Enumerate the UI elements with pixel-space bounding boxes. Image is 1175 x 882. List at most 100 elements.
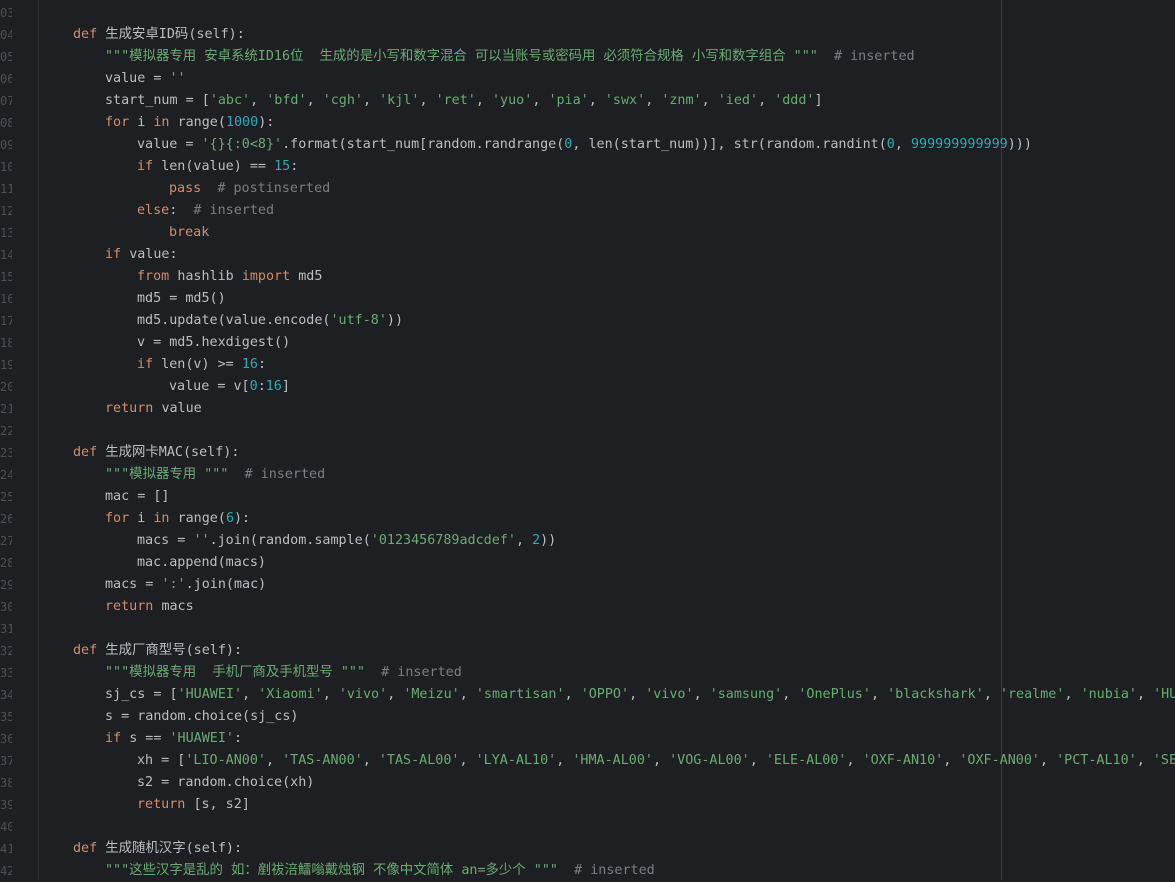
code-token: , bbox=[645, 93, 662, 108]
code-line[interactable]: 11 pass # postinserted bbox=[0, 178, 1175, 200]
code-line[interactable]: 19 if len(v) >= 16: bbox=[0, 354, 1175, 376]
code-line[interactable]: 04 def 生成安卓ID码(self): bbox=[0, 24, 1175, 46]
code-token: , bbox=[250, 93, 267, 108]
code-line[interactable]: 31 bbox=[0, 618, 1175, 640]
code-line[interactable]: 15 from hashlib import md5 bbox=[0, 266, 1175, 288]
code-token: 'nubia' bbox=[1080, 687, 1137, 702]
code-line[interactable]: 16 md5 = md5() bbox=[0, 288, 1175, 310]
code-token: """模拟器专用 """ bbox=[105, 467, 229, 482]
code-line[interactable]: 12 else: # inserted bbox=[0, 200, 1175, 222]
code-line[interactable]: 25 mac = [] bbox=[0, 486, 1175, 508]
code-line[interactable]: 14 if value: bbox=[0, 244, 1175, 266]
code-token: def bbox=[73, 445, 106, 460]
code-token: 'PCT-AL10' bbox=[1056, 753, 1137, 768]
code-token: def bbox=[73, 27, 106, 42]
code-token: 'vivo' bbox=[645, 687, 694, 702]
code-line[interactable]: 37 xh = ['LIO-AN00', 'TAS-AN00', 'TAS-AL0… bbox=[0, 750, 1175, 772]
line-number: 05 bbox=[0, 50, 12, 64]
code-token: , bbox=[459, 753, 476, 768]
code-token: range( bbox=[177, 511, 226, 526]
code-token: 'samsung' bbox=[709, 687, 783, 702]
code-line[interactable]: 34 sj_cs = ['HUAWEI', 'Xiaomi', 'vivo', '… bbox=[0, 684, 1175, 706]
code-token: hashlib bbox=[177, 269, 242, 284]
code-token: 16 bbox=[241, 357, 258, 372]
code-token: 'OPPO' bbox=[580, 687, 630, 702]
code-token: , bbox=[693, 687, 710, 702]
code-line[interactable]: 26 for i in range(6): bbox=[0, 508, 1175, 530]
code-token: 6 bbox=[225, 511, 234, 526]
code-token: len(value) == bbox=[161, 159, 275, 174]
code-token: 'ret' bbox=[435, 93, 476, 108]
line-number: 03 bbox=[0, 6, 12, 20]
code-line[interactable]: 17 md5.update(value.encode('utf-8')) bbox=[0, 310, 1175, 332]
code-line[interactable]: 28 mac.append(macs) bbox=[0, 552, 1175, 574]
code-token: 'OXF-AN00' bbox=[959, 753, 1040, 768]
code-token: def bbox=[73, 643, 106, 658]
code-token: 'Xiaomi' bbox=[258, 687, 323, 702]
line-number: 33 bbox=[0, 666, 12, 680]
line-number: 28 bbox=[0, 556, 12, 570]
code-line[interactable]: 13 break bbox=[0, 222, 1175, 244]
code-line[interactable]: 41 def 生成随机汉字(self): bbox=[0, 838, 1175, 860]
code-line[interactable]: 36 if s == 'HUAWEI': bbox=[0, 728, 1175, 750]
code-line[interactable]: 38 s2 = random.choice(xh) bbox=[0, 772, 1175, 794]
line-number: 04 bbox=[0, 28, 12, 42]
code-token: )) bbox=[386, 313, 404, 328]
code-token: , bbox=[564, 687, 581, 702]
code-line[interactable]: 05 """模拟器专用 安卓系统ID16位 生成的是小写和数字混合 可以当账号或密… bbox=[0, 46, 1175, 68]
code-line[interactable]: 29 macs = ':'.join(mac) bbox=[0, 574, 1175, 596]
code-line[interactable]: 07 start_num = ['abc', 'bfd', 'cgh', 'kjl… bbox=[0, 90, 1175, 112]
code-line[interactable]: 18 v = md5.hexdigest() bbox=[0, 332, 1175, 354]
code-token: return bbox=[105, 599, 162, 614]
code-token: .join(mac) bbox=[185, 577, 267, 592]
code-line[interactable]: 33 """模拟器专用 手机厂商及手机型号 """ # inserted bbox=[0, 662, 1175, 684]
code-line[interactable]: 03 bbox=[0, 2, 1175, 24]
code-token: 999999999999 bbox=[910, 137, 1008, 152]
code-token: , bbox=[653, 753, 670, 768]
code-line[interactable]: 21 return value bbox=[0, 398, 1175, 420]
code-token: in bbox=[153, 115, 178, 130]
code-token: 'smartisan' bbox=[475, 687, 565, 702]
code-token: 'znm' bbox=[661, 93, 702, 108]
code-line[interactable]: 10 if len(value) == 15: bbox=[0, 156, 1175, 178]
code-line[interactable]: 22 bbox=[0, 420, 1175, 442]
code-line[interactable]: 24 """模拟器专用 """ # inserted bbox=[0, 464, 1175, 486]
code-token: v = md5.hexdigest() bbox=[137, 335, 291, 350]
code-token: # inserted bbox=[365, 665, 462, 680]
code-token: 'pia' bbox=[548, 93, 589, 108]
code-line[interactable]: 27 macs = ''.join(random.sample('01234567… bbox=[0, 530, 1175, 552]
code-line[interactable]: 32 def 生成厂商型号(self): bbox=[0, 640, 1175, 662]
code-line[interactable]: 30 return macs bbox=[0, 596, 1175, 618]
code-token: , bbox=[1064, 687, 1081, 702]
line-number: 08 bbox=[0, 116, 12, 130]
code-token: 'ied' bbox=[717, 93, 759, 108]
code-token: 0 bbox=[886, 137, 895, 152]
code-token: , bbox=[1040, 753, 1057, 768]
code-token: 'OXF-AN10' bbox=[862, 753, 944, 768]
line-number: 37 bbox=[0, 754, 12, 768]
code-token: ] bbox=[281, 379, 290, 394]
code-token: in bbox=[153, 511, 178, 526]
code-line[interactable]: 23 def 生成网卡MAC(self): bbox=[0, 442, 1175, 464]
code-editor[interactable]: 03 04 def 生成安卓ID码(self): 05 """模拟器专用 安卓系统ID1… bbox=[0, 0, 1175, 880]
code-token: """模拟器专用 安卓系统ID16位 生成的是小写和数字混合 可以当账号或密码用… bbox=[105, 49, 818, 64]
code-token: 15 bbox=[274, 159, 291, 174]
code-line[interactable]: 09 value = '{}{:0<8}'.format(start_num[ra… bbox=[0, 134, 1175, 156]
code-token: i bbox=[137, 511, 154, 526]
code-line[interactable]: 06 value = '' bbox=[0, 68, 1175, 90]
code-line[interactable]: 35 s = random.choice(sj_cs) bbox=[0, 706, 1175, 728]
code-token: i bbox=[137, 115, 154, 130]
line-number: 16 bbox=[0, 292, 12, 306]
code-line[interactable]: 42 """这些汉字是乱的 如：剷祓涪鱩嗡戴烛钢 不像中文简体 an=多少个 ""… bbox=[0, 860, 1175, 882]
code-text: def 生成网卡MAC(self): bbox=[73, 442, 239, 464]
code-token: , bbox=[782, 687, 799, 702]
code-line[interactable]: 20 value = v[0:16] bbox=[0, 376, 1175, 398]
code-line[interactable]: 39 return [s, s2] bbox=[0, 794, 1175, 816]
code-line[interactable]: 08 for i in range(1000): bbox=[0, 112, 1175, 134]
code-token: , bbox=[1136, 753, 1153, 768]
code-text: if len(value) == 15: bbox=[137, 156, 298, 178]
code-token: 'vivo' bbox=[338, 687, 388, 702]
code-token: """模拟器专用 手机厂商及手机型号 """ bbox=[105, 665, 366, 680]
code-token: 'VOG-AL00' bbox=[669, 753, 750, 768]
code-line[interactable]: 40 bbox=[0, 816, 1175, 838]
